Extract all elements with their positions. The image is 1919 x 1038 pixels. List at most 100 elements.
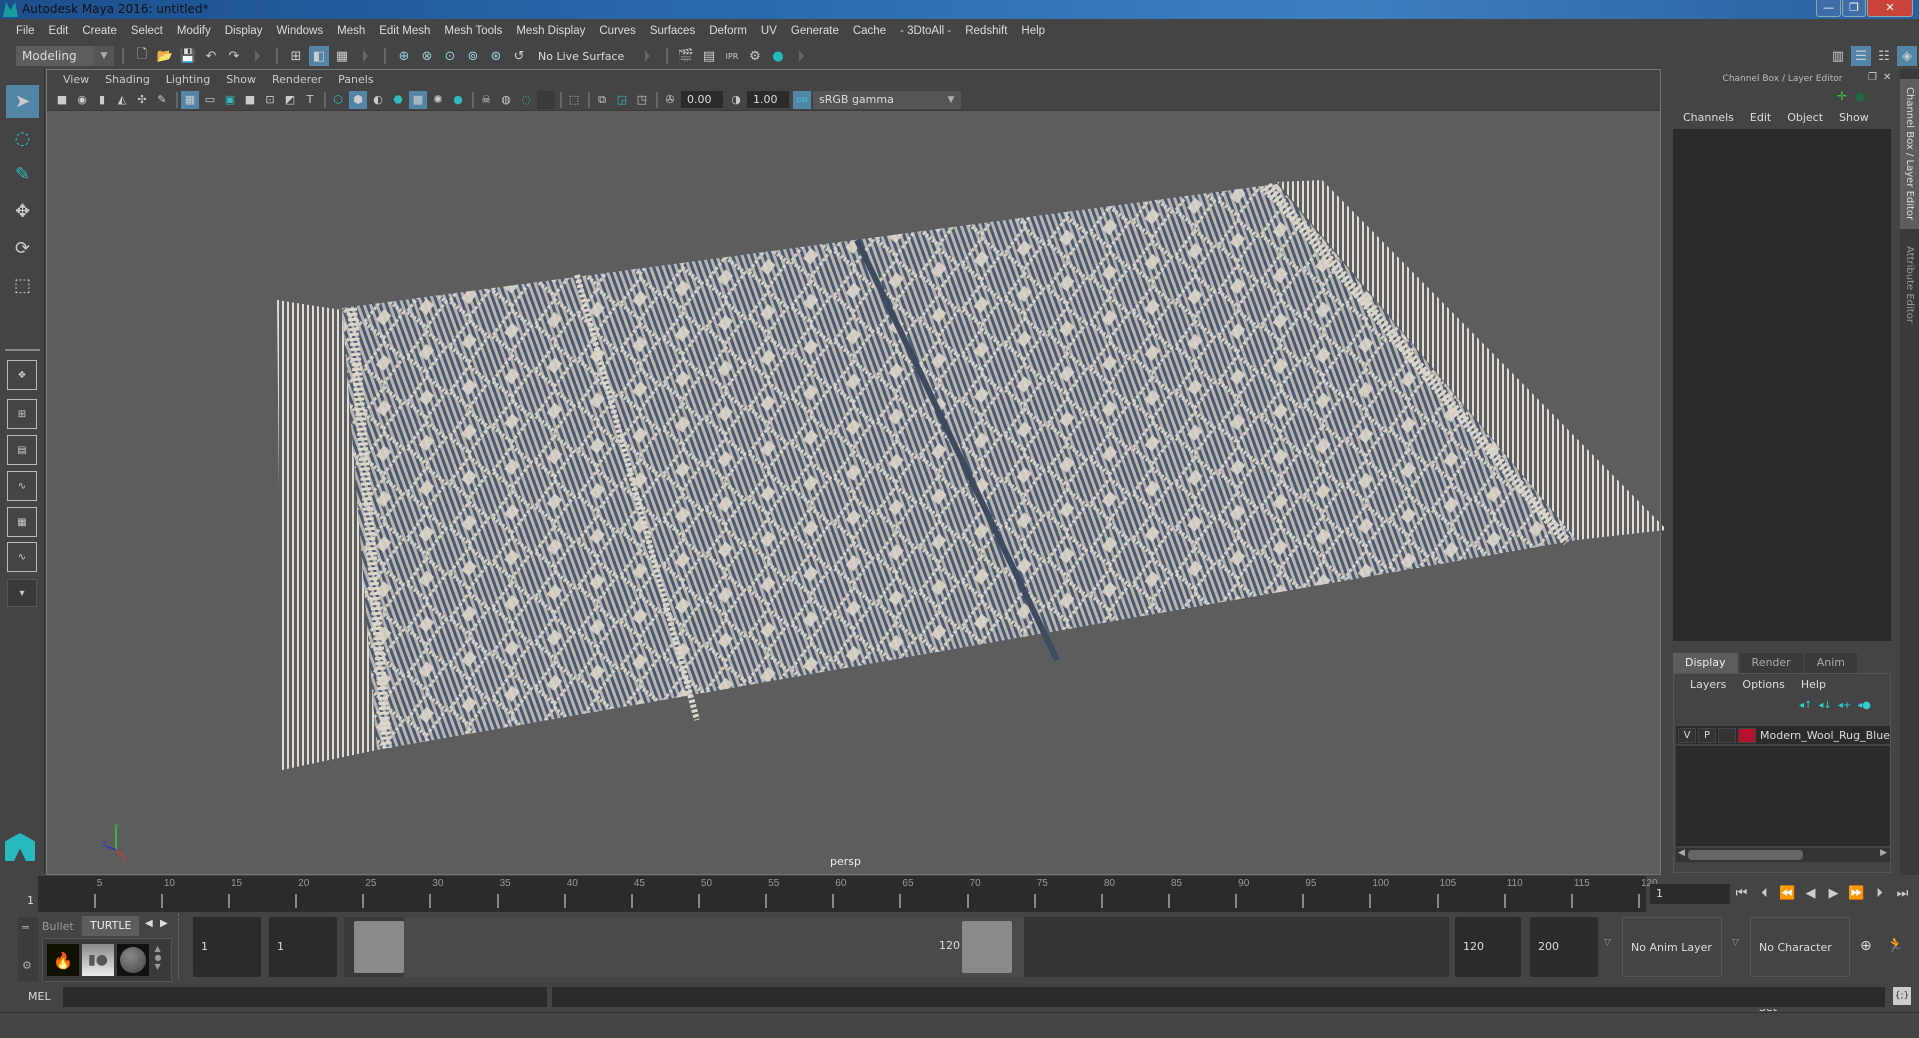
- menu-create[interactable]: Create: [75, 25, 124, 37]
- menu-display[interactable]: Display: [218, 25, 270, 37]
- safe-action-icon[interactable]: ◩: [281, 91, 299, 109]
- script-editor-icon[interactable]: {;}: [1893, 987, 1911, 1005]
- default-material-icon[interactable]: ◐: [369, 91, 387, 109]
- range-start-handle[interactable]: [354, 921, 404, 973]
- move-layer-down-icon[interactable]: ◂↓: [1818, 700, 1831, 711]
- help-menu[interactable]: Help: [1793, 678, 1834, 691]
- viewport-panel[interactable]: View Shading Lighting Show Renderer Pane…: [46, 69, 1667, 875]
- undo-icon[interactable]: ↶: [201, 46, 221, 66]
- shelf-menu-icon[interactable]: ═: [22, 921, 29, 934]
- viewport-menu-show[interactable]: Show: [218, 73, 264, 86]
- step-back-frame-icon[interactable]: ⏴: [1755, 880, 1774, 906]
- time-slider[interactable]: 1 5 10 15 20 25 30 35 40 45 50 55 60 65 70 75 80 85 90 95 1…: [26, 876, 1658, 912]
- modeling-toolkit-icon[interactable]: ▥: [1828, 46, 1848, 66]
- close-button[interactable]: ✕: [1867, 0, 1913, 17]
- shelf-tab-next-icon[interactable]: ▶: [160, 918, 168, 929]
- go-to-start-icon[interactable]: ⏮: [1732, 880, 1751, 906]
- select-by-component-icon[interactable]: ▦: [332, 46, 352, 66]
- depth-of-field-icon[interactable]: [537, 90, 555, 109]
- viewport-menu-shading[interactable]: Shading: [97, 73, 158, 86]
- menu-generate[interactable]: Generate: [784, 25, 846, 37]
- viewport-menu-lighting[interactable]: Lighting: [158, 73, 218, 86]
- playback-end-field[interactable]: 120: [1455, 917, 1521, 977]
- tab-render[interactable]: Render: [1739, 653, 1803, 673]
- persp-graph-layout-icon[interactable]: ∿: [7, 471, 37, 501]
- anim-layer-dropdown[interactable]: No Anim Layer: [1622, 917, 1722, 977]
- edit-menu[interactable]: Edit: [1742, 111, 1779, 124]
- layer-row[interactable]: V P Modern_Wool_Rug_Blue: [1676, 726, 1890, 744]
- grid-icon[interactable]: ▦: [181, 90, 199, 109]
- layer-list-area[interactable]: [1676, 746, 1890, 846]
- tab-attribute-editor[interactable]: Attribute Editor: [1900, 234, 1919, 334]
- snap-view-plane-icon[interactable]: ⊚: [463, 46, 483, 66]
- tool-settings-icon[interactable]: ☷: [1874, 46, 1894, 66]
- menu-edit[interactable]: Edit: [42, 25, 76, 37]
- ambient-occlusion-icon[interactable]: ☠: [477, 91, 495, 109]
- menu-redshift[interactable]: Redshift: [958, 25, 1014, 37]
- layers-menu[interactable]: Layers: [1682, 678, 1734, 691]
- persp-hypershade-layout-icon[interactable]: ▦: [7, 507, 37, 537]
- persp-outliner-layout-icon[interactable]: ▤: [7, 435, 37, 465]
- speed-icon[interactable]: ●: [1855, 89, 1865, 103]
- auto-key-icon[interactable]: ⊕: [1860, 938, 1872, 954]
- play-backwards-icon[interactable]: ◀: [1801, 880, 1820, 906]
- collapse-arrow[interactable]: [799, 50, 804, 62]
- new-layer-from-selected-icon[interactable]: ◂●: [1857, 700, 1871, 711]
- color-management-toggle[interactable]: ON: [793, 90, 811, 109]
- viewport-menu-renderer[interactable]: Renderer: [264, 73, 330, 86]
- menu-modify[interactable]: Modify: [170, 25, 218, 37]
- playback-start-field[interactable]: 1: [269, 917, 337, 977]
- step-back-key-icon[interactable]: ⏪: [1778, 880, 1797, 906]
- view-transform-dropdown[interactable]: sRGB gamma ▼: [813, 90, 961, 109]
- current-frame-field[interactable]: 1: [1650, 884, 1730, 904]
- collapse-arrow[interactable]: [645, 50, 650, 62]
- redo-icon[interactable]: ↷: [224, 46, 244, 66]
- render-scene-shelf-icon[interactable]: ▮●: [82, 944, 114, 976]
- lasso-tool-icon[interactable]: ◌: [6, 122, 39, 155]
- play-forwards-icon[interactable]: ▶: [1824, 880, 1843, 906]
- anti-aliasing-icon[interactable]: ◌: [517, 91, 535, 109]
- command-input[interactable]: [63, 987, 547, 1007]
- menu-mesh[interactable]: Mesh: [330, 25, 372, 37]
- live-surface-field[interactable]: No Live Surface: [532, 46, 637, 66]
- range-end-handle[interactable]: [962, 921, 1012, 973]
- gate-mask-icon[interactable]: ■: [241, 91, 259, 109]
- grease-pencil-icon[interactable]: ✎: [153, 91, 171, 109]
- motion-blur-icon[interactable]: ◍: [497, 91, 515, 109]
- tab-anim[interactable]: Anim: [1804, 653, 1857, 673]
- camera-attributes-icon[interactable]: ◉: [73, 91, 91, 109]
- isolate-select-icon[interactable]: ⬚: [565, 91, 583, 109]
- xray-components-icon[interactable]: ◳: [633, 91, 651, 109]
- animation-end-field[interactable]: 200: [1530, 917, 1598, 977]
- menu-curves[interactable]: Curves: [592, 25, 642, 37]
- scroll-right-icon[interactable]: ▶: [1880, 848, 1887, 858]
- layer-horizontal-scrollbar[interactable]: ◀ ▶: [1676, 848, 1890, 862]
- gamma-icon[interactable]: ◑: [727, 91, 745, 109]
- select-by-hierarchy-icon[interactable]: ⊞: [286, 46, 306, 66]
- menu-uv[interactable]: UV: [754, 25, 784, 37]
- character-set-dropdown[interactable]: No Character Set: [1750, 917, 1850, 1014]
- exposure-icon[interactable]: ✇: [661, 91, 679, 109]
- snap-projected-center-icon[interactable]: ⊛: [486, 46, 506, 66]
- scrollbar-thumb[interactable]: [1688, 850, 1803, 860]
- snap-grid-icon[interactable]: ⊕: [394, 46, 414, 66]
- single-perspective-layout-icon[interactable]: ❖: [7, 360, 37, 390]
- 2d-pan-zoom-icon[interactable]: ✣: [133, 91, 151, 109]
- menu-help[interactable]: Help: [1014, 25, 1052, 37]
- fire-effect-shelf-icon[interactable]: 🔥: [47, 944, 79, 976]
- channel-box-layer-editor-icon[interactable]: ◈: [1897, 46, 1917, 66]
- gamma-field[interactable]: 1.00: [747, 91, 789, 108]
- minimize-button[interactable]: —: [1816, 0, 1841, 17]
- menu-mesh-display[interactable]: Mesh Display: [509, 25, 592, 37]
- close-panel-icon[interactable]: ✕: [1883, 72, 1891, 83]
- wireframe-on-shaded-icon[interactable]: ⬣: [389, 91, 407, 109]
- layer-display-type-toggle[interactable]: [1718, 727, 1736, 743]
- field-chart-icon[interactable]: ⊡: [261, 91, 279, 109]
- render-icon[interactable]: ▤: [699, 46, 719, 66]
- tab-display[interactable]: Display: [1673, 653, 1738, 673]
- move-tool-icon[interactable]: ✥: [6, 195, 39, 228]
- material-sphere-shelf-icon[interactable]: [117, 944, 149, 976]
- save-scene-icon[interactable]: 💾: [178, 46, 198, 66]
- open-scene-icon[interactable]: 📂: [155, 46, 175, 66]
- go-to-end-icon[interactable]: ⏭: [1893, 880, 1912, 906]
